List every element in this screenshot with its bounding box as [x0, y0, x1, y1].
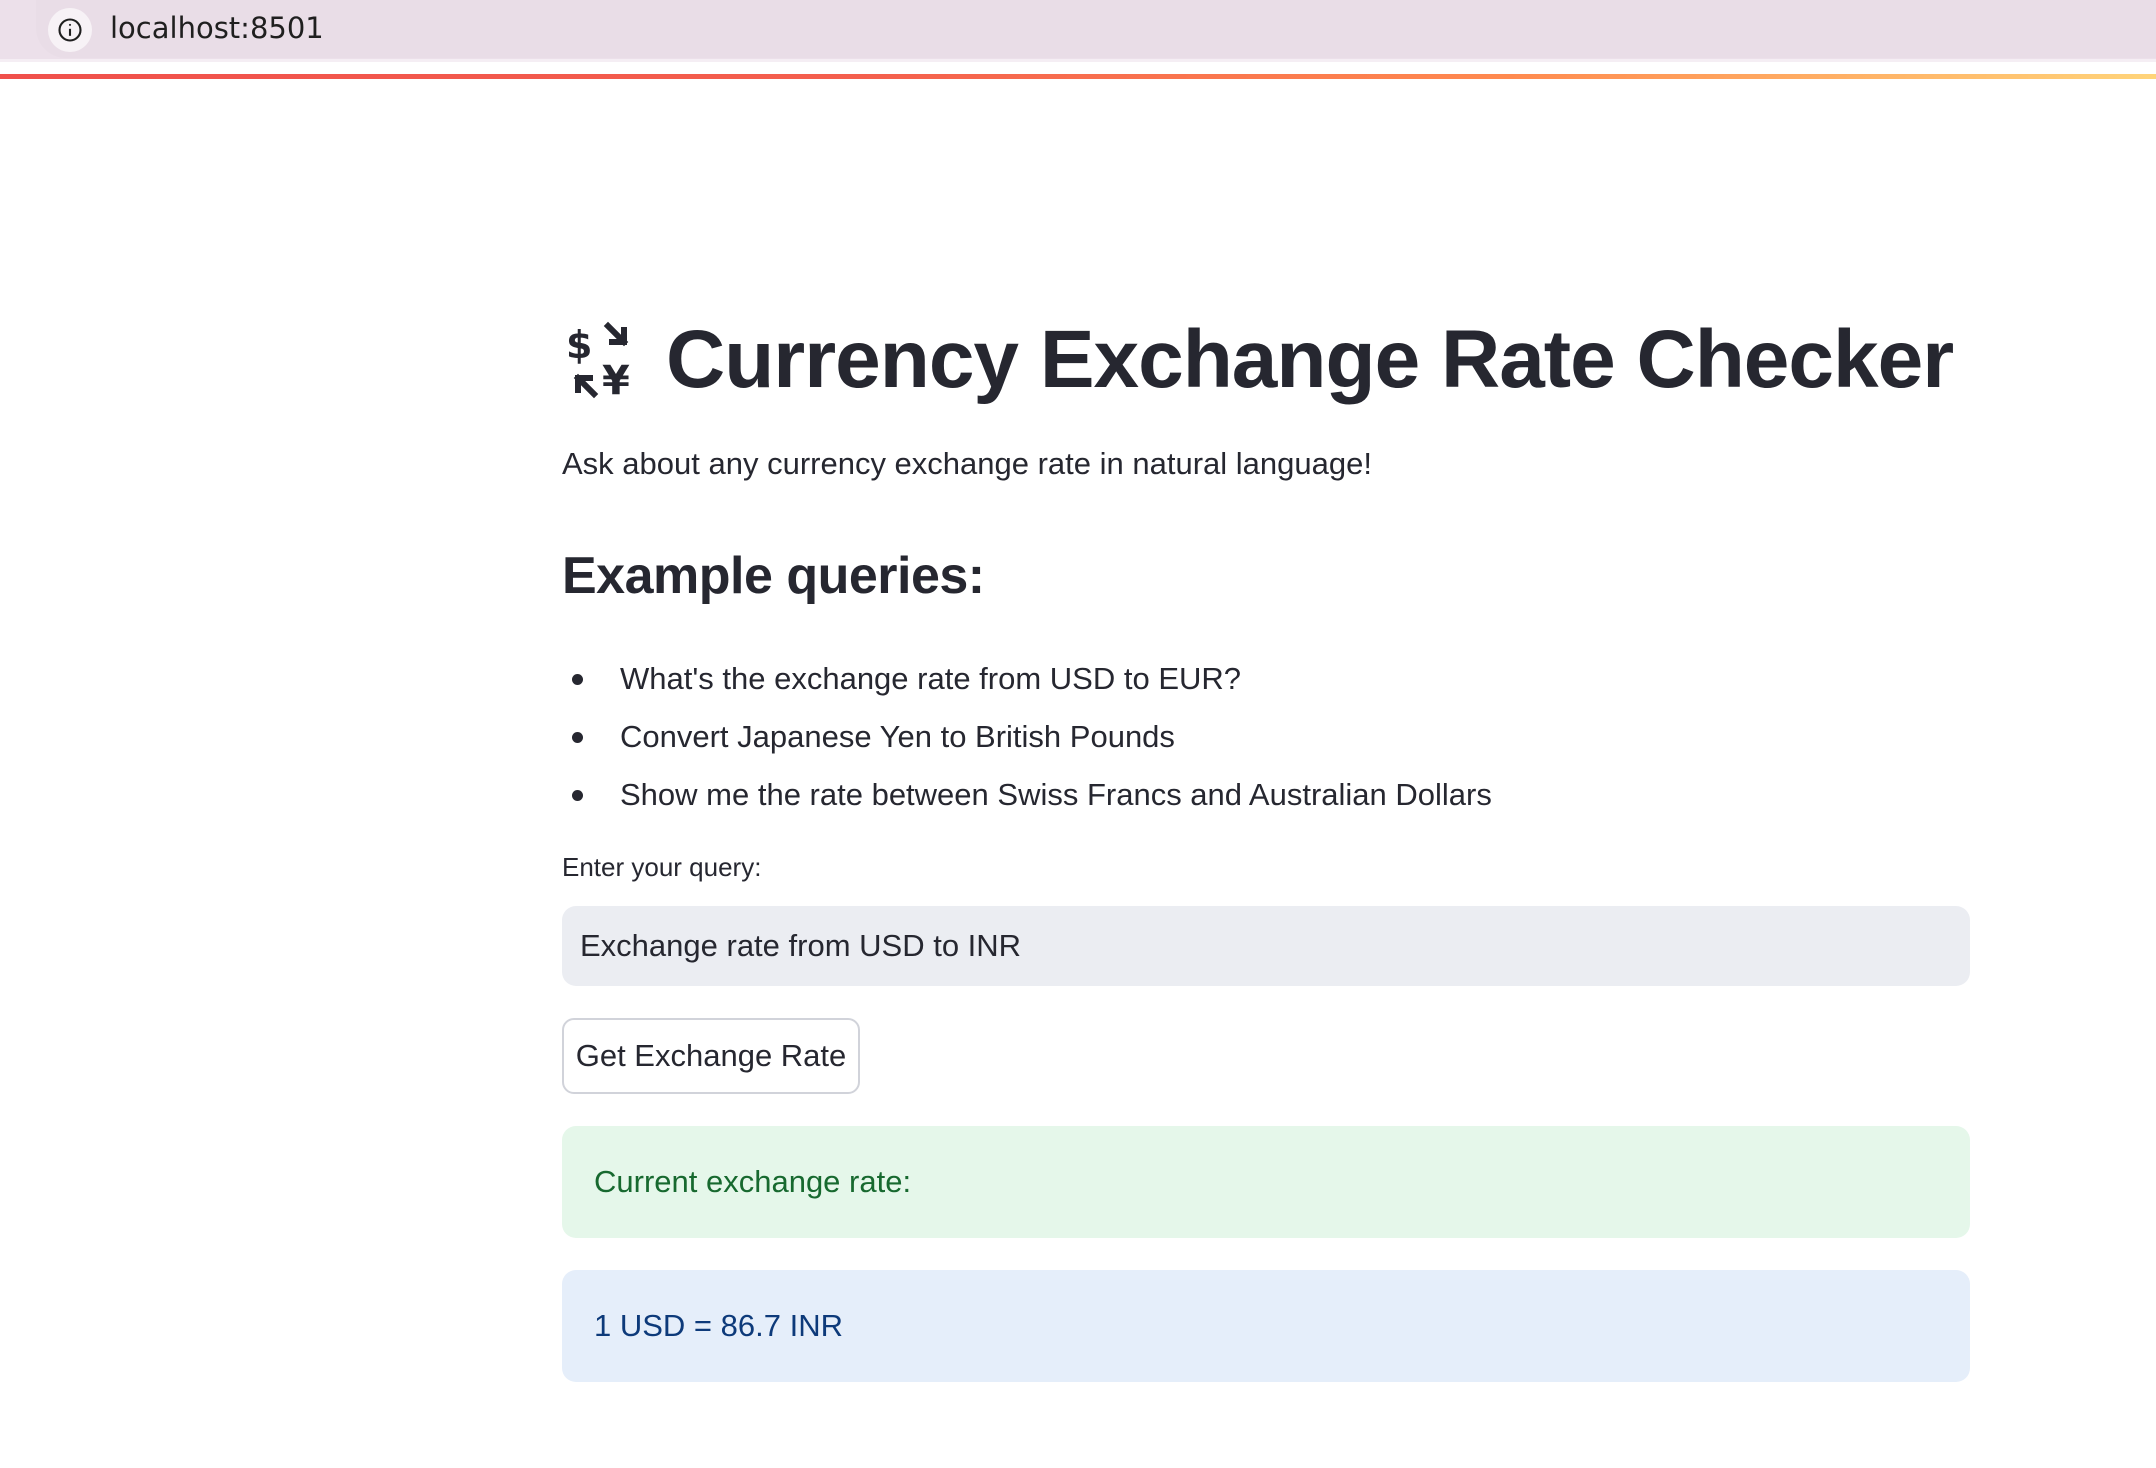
- success-text: Current exchange rate:: [594, 1164, 912, 1199]
- example-text: Convert Japanese Yen to British Pounds: [620, 719, 1175, 754]
- success-alert: Current exchange rate:: [562, 1126, 1970, 1238]
- result-alert: 1 USD = 86.7 INR: [562, 1270, 1970, 1382]
- get-exchange-rate-button[interactable]: Get Exchange Rate: [562, 1018, 860, 1094]
- result-text: 1 USD = 86.7 INR: [594, 1308, 843, 1343]
- page-title: Currency Exchange Rate Checker: [666, 314, 1954, 405]
- list-item: Show me the rate between Swiss Francs an…: [562, 766, 1492, 824]
- header-accent-line: [0, 74, 2156, 79]
- query-label: Enter your query:: [562, 852, 762, 882]
- query-input[interactable]: [562, 906, 1970, 986]
- bullet-icon: [572, 732, 583, 743]
- address-bar[interactable]: [36, 0, 2156, 58]
- page-subtitle: Ask about any currency exchange rate in …: [562, 446, 1372, 481]
- example-text: Show me the rate between Swiss Francs an…: [620, 777, 1492, 812]
- bullet-icon: [572, 790, 583, 801]
- info-circle-icon[interactable]: [48, 8, 92, 52]
- examples-heading: Example queries:: [562, 547, 985, 605]
- example-text: What's the exchange rate from USD to EUR…: [620, 661, 1242, 696]
- svg-text:¥: ¥: [602, 358, 630, 400]
- list-item: Convert Japanese Yen to British Pounds: [562, 708, 1492, 766]
- browser-toolbar: localhost:8501: [0, 0, 2156, 62]
- title-row: $ ¥ Currency Exchange Rate Checker: [562, 300, 1970, 420]
- svg-text:$: $: [566, 323, 592, 367]
- list-item: What's the exchange rate from USD to EUR…: [562, 650, 1492, 708]
- bullet-icon: [572, 674, 583, 685]
- main-content: $ ¥ Currency Exchange Rate Checker Ask a…: [562, 300, 1970, 1382]
- url-text[interactable]: localhost:8501: [110, 10, 324, 46]
- examples-list: What's the exchange rate from USD to EUR…: [562, 650, 1492, 824]
- currency-exchange-icon: $ ¥: [562, 320, 642, 404]
